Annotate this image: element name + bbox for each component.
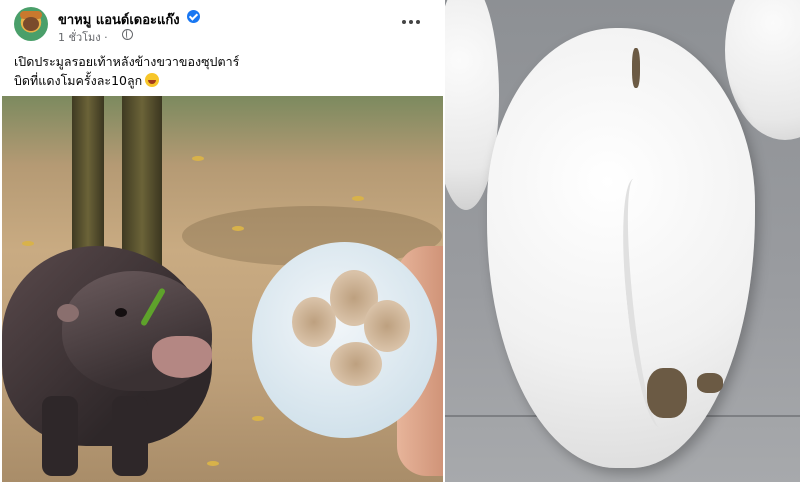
page-avatar[interactable] <box>14 7 48 41</box>
page-name[interactable]: ขาหมู แอนด์เดอะแก๊ง <box>58 9 180 30</box>
post-caption: เปิดประมูลรอยเท้าหลังข้างขวาของซุปตาร์ บ… <box>14 52 239 90</box>
caption-line-2: บิดที่แดงโมครั้งละ10ลูก <box>14 71 239 90</box>
verified-badge-icon <box>187 10 200 23</box>
cast-crack <box>632 48 640 88</box>
fallen-leaf <box>232 226 244 231</box>
plaster-cast-closeup-photo[interactable] <box>445 0 800 482</box>
facebook-post: ขาหมู แอนด์เดอะแก๊ง 1 ชั่วโมง · เปิดประม… <box>0 0 443 482</box>
hippo-footprint-photo[interactable] <box>2 96 443 482</box>
hippo-ear <box>57 304 79 322</box>
fallen-leaf <box>22 241 34 246</box>
footprint-toe <box>292 297 336 347</box>
plaster-footprint-cast <box>252 242 437 438</box>
hippo-leg <box>42 396 78 476</box>
cast-crack <box>647 368 687 418</box>
post-header: ขาหมู แอนด์เดอะแก๊ง 1 ชั่วโมง · <box>0 0 443 46</box>
fallen-leaf <box>352 196 364 201</box>
post-timestamp[interactable]: 1 ชั่วโมง · <box>58 28 108 46</box>
caption-line-1: เปิดประมูลรอยเท้าหลังข้างขวาของซุปตาร์ <box>14 54 240 69</box>
cast-crack <box>697 373 723 393</box>
hippo-mouth <box>152 336 212 378</box>
fallen-leaf <box>207 461 219 466</box>
laughing-face-emoji-icon <box>145 73 160 87</box>
fallen-leaf <box>192 156 204 161</box>
footprint-heel <box>330 342 382 386</box>
tree-trunk <box>72 96 104 271</box>
more-options-icon[interactable] <box>400 14 422 30</box>
avatar-face <box>23 17 39 31</box>
caption-line-2-text: บิดที่แดงโมครั้งละ10ลูก <box>14 73 143 88</box>
globe-icon <box>122 29 133 40</box>
footprint-toe <box>364 300 410 352</box>
fallen-leaf <box>252 416 264 421</box>
hippo-leg <box>112 396 148 476</box>
hippo-eye <box>115 308 127 317</box>
plaster-footprint-cast <box>487 28 755 468</box>
